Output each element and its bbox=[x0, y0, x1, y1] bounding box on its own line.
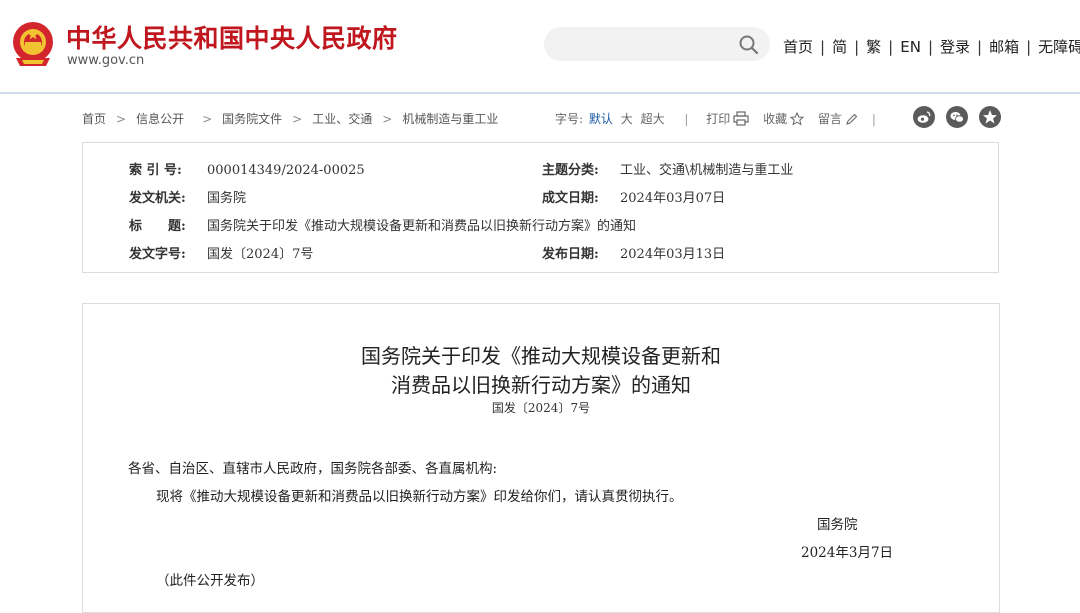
qzone-icon[interactable] bbox=[979, 106, 1001, 128]
meta-doc-no-value: 国发〔2024〕7号 bbox=[207, 247, 314, 262]
printer-icon bbox=[733, 111, 749, 126]
meta-index-row: 索 引 号: 000014349/2024-00025 bbox=[129, 159, 365, 178]
nav-home[interactable]: 首页 bbox=[783, 38, 813, 56]
weibo-icon[interactable] bbox=[913, 106, 935, 128]
nav-login[interactable]: 登录 bbox=[940, 38, 970, 56]
nav-mailbox[interactable]: 邮箱 bbox=[989, 38, 1019, 56]
top-nav: 首页 | 简 | 繁 | EN | 登录 | 邮箱 | 无障碍 bbox=[783, 36, 1080, 57]
comment-label: 留言 bbox=[817, 112, 842, 126]
search-icon[interactable] bbox=[738, 34, 760, 56]
chevron-right-icon: > bbox=[116, 112, 127, 126]
font-size-large[interactable]: 大 bbox=[619, 112, 635, 126]
site-url[interactable]: www.gov.cn bbox=[67, 53, 144, 68]
article-date: 2024年3月7日 bbox=[801, 545, 894, 561]
article-paragraph: 现将《推动大规模设备更新和消费品以旧换新行动方案》印发给你们，请认真贯彻执行。 bbox=[156, 489, 683, 505]
chevron-right-icon: > bbox=[292, 112, 303, 126]
font-size-label: 字号: bbox=[555, 112, 584, 126]
nav-separator: | bbox=[927, 38, 933, 56]
meta-issuer-label: 发文机关: bbox=[129, 191, 186, 206]
tools-separator: | bbox=[871, 112, 876, 126]
meta-title-label: 标 题: bbox=[129, 219, 186, 234]
national-emblem-icon[interactable] bbox=[10, 20, 56, 68]
pencil-icon bbox=[846, 113, 858, 125]
meta-written-date-row: 成文日期: 2024年03月07日 bbox=[542, 187, 725, 206]
font-size-default[interactable]: 默认 bbox=[587, 112, 615, 126]
breadcrumb-industry-transport[interactable]: 工业、交通 bbox=[312, 112, 372, 126]
nav-english[interactable]: EN bbox=[900, 38, 921, 56]
meta-category-label: 主题分类: bbox=[542, 163, 599, 178]
font-size-extra-large[interactable]: 超大 bbox=[639, 112, 667, 126]
meta-issuer-value: 国务院 bbox=[207, 191, 247, 206]
article-signature: 国务院 bbox=[817, 517, 858, 533]
breadcrumb: 首页 > 信息公开 > 国务院文件 > 工业、交通 > 机械制造与重工业 bbox=[82, 110, 498, 127]
comment-button[interactable]: 留言 bbox=[818, 112, 868, 126]
meta-written-date-label: 成文日期: bbox=[542, 191, 599, 206]
nav-separator: | bbox=[820, 38, 826, 56]
nav-separator: | bbox=[1026, 38, 1032, 56]
print-label: 打印 bbox=[706, 112, 731, 126]
nav-separator: | bbox=[888, 38, 894, 56]
meta-publish-date-label: 发布日期: bbox=[542, 247, 599, 262]
meta-category-value: 工业、交通\机械制造与重工业 bbox=[620, 163, 794, 178]
chevron-right-icon: > bbox=[382, 112, 393, 126]
meta-issuer-row: 发文机关: 国务院 bbox=[129, 187, 246, 206]
article-salutation: 各省、自治区、直辖市人民政府，国务院各部委、各直属机构: bbox=[128, 461, 498, 477]
article-tools: 字号: 默认 大 超大 | 打印 收藏 留言 | bbox=[555, 110, 890, 127]
breadcrumb-info-disclosure[interactable]: 信息公开 bbox=[136, 112, 184, 126]
header-divider bbox=[0, 92, 1080, 94]
breadcrumb-home[interactable]: 首页 bbox=[82, 112, 106, 126]
tools-separator: | bbox=[684, 112, 689, 126]
nav-accessibility[interactable]: 无障碍 bbox=[1038, 38, 1080, 56]
meta-doc-no-label: 发文字号: bbox=[129, 247, 186, 262]
nav-separator: | bbox=[977, 38, 983, 56]
document-meta: 索 引 号: 000014349/2024-00025 主题分类: 工业、交通\机械… bbox=[82, 142, 999, 273]
meta-category-row: 主题分类: 工业、交通\机械制造与重工业 bbox=[542, 159, 793, 178]
breadcrumb-machinery[interactable]: 机械制造与重工业 bbox=[402, 112, 498, 126]
nav-separator: | bbox=[854, 38, 860, 56]
meta-index-value: 000014349/2024-00025 bbox=[207, 163, 365, 178]
meta-title-value: 国务院关于印发《推动大规模设备更新和消费品以旧换新行动方案》的通知 bbox=[207, 219, 637, 234]
article-title-line-2: 消费品以旧换新行动方案》的通知 bbox=[391, 373, 691, 397]
article-title-line-1: 国务院关于印发《推动大规模设备更新和 bbox=[361, 344, 721, 368]
favorite-button[interactable]: 收藏 bbox=[763, 111, 814, 126]
article-doc-number: 国发〔2024〕7号 bbox=[491, 401, 591, 415]
meta-index-label: 索 引 号: bbox=[129, 163, 182, 178]
search-box bbox=[544, 27, 770, 61]
site-header: 中华人民共和国中央人民政府 www.gov.cn 首页 | 简 | 繁 | EN | 登录 | 邮箱… bbox=[0, 0, 1080, 92]
meta-publish-date-value: 2024年03月13日 bbox=[620, 247, 726, 262]
breadcrumb-state-council-docs[interactable]: 国务院文件 bbox=[222, 112, 282, 126]
article-publication-note: （此件公开发布） bbox=[156, 573, 264, 589]
meta-title-row: 标 题: 国务院关于印发《推动大规模设备更新和消费品以旧换新行动方案》的通知 bbox=[129, 215, 636, 234]
nav-traditional[interactable]: 繁 bbox=[866, 38, 881, 56]
favorite-label: 收藏 bbox=[763, 112, 788, 126]
star-icon bbox=[789, 111, 805, 126]
meta-publish-date-row: 发布日期: 2024年03月13日 bbox=[542, 243, 725, 262]
wechat-icon[interactable] bbox=[946, 106, 968, 128]
print-button[interactable]: 打印 bbox=[706, 111, 759, 126]
search-input[interactable] bbox=[560, 33, 734, 57]
nav-simplified[interactable]: 简 bbox=[832, 38, 847, 56]
meta-doc-no-row: 发文字号: 国发〔2024〕7号 bbox=[129, 243, 313, 262]
chevron-right-icon: > bbox=[202, 112, 213, 126]
meta-written-date-value: 2024年03月07日 bbox=[620, 191, 726, 206]
site-title[interactable]: 中华人民共和国中央人民政府 bbox=[66, 19, 398, 55]
